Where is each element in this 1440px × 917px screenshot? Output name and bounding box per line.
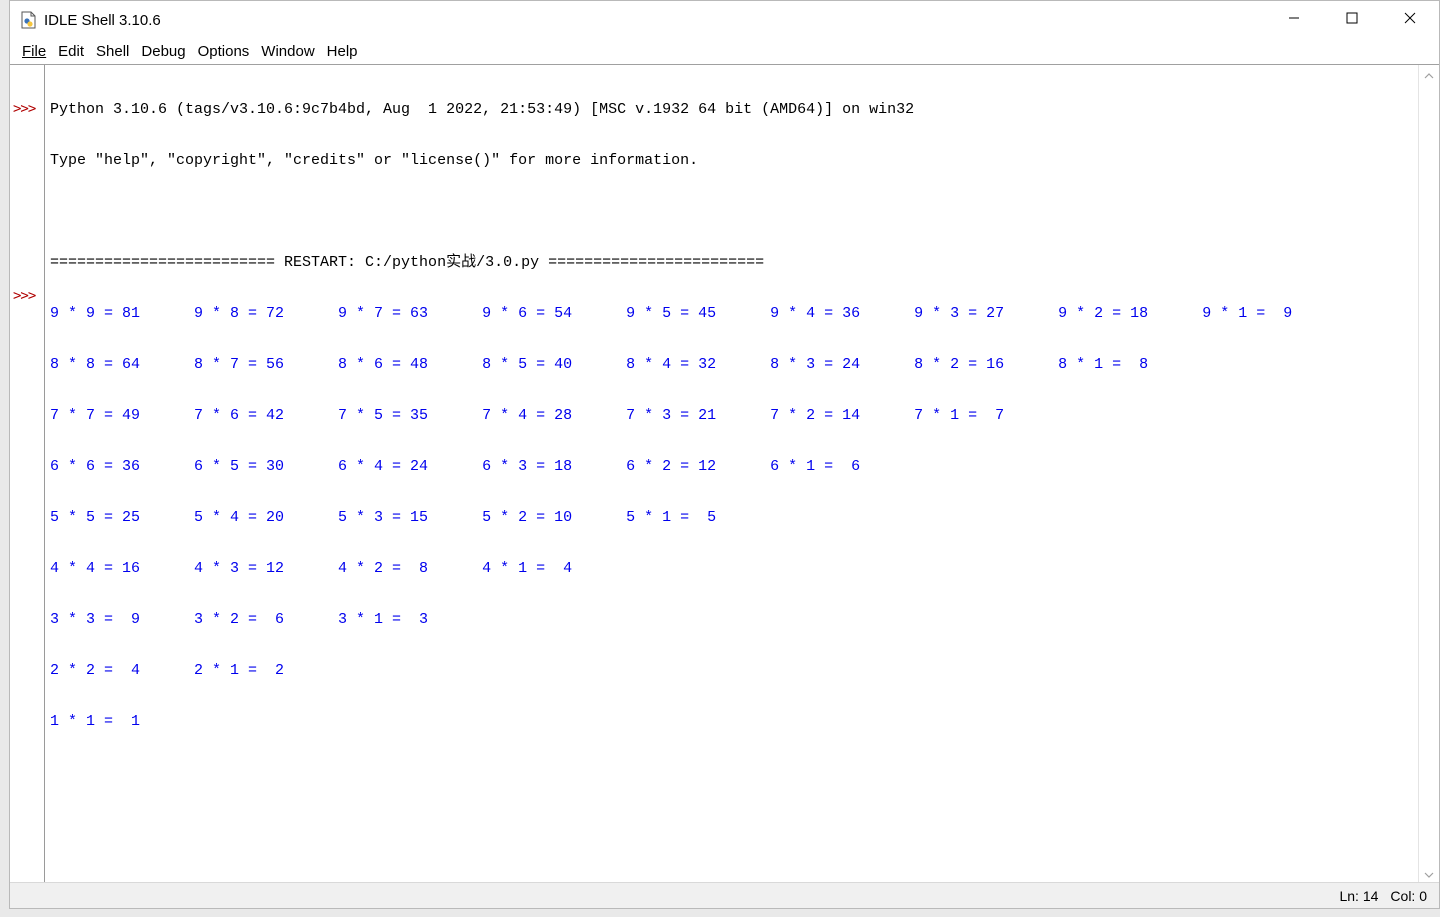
- close-icon: [1404, 11, 1416, 29]
- maximize-icon: [1346, 11, 1358, 29]
- python-idle-icon: [20, 11, 36, 29]
- minimize-icon: [1288, 11, 1300, 29]
- minimize-button[interactable]: [1265, 1, 1323, 39]
- vertical-scrollbar[interactable]: [1418, 65, 1439, 884]
- menu-shell[interactable]: Shell: [90, 43, 135, 60]
- window-controls: [1265, 1, 1439, 39]
- banner-line: Type "help", "copyright", "credits" or "…: [50, 152, 699, 169]
- status-column-number: Col: 0: [1390, 887, 1427, 904]
- menu-help[interactable]: Help: [321, 43, 364, 60]
- prompt-gutter: >>> >>>: [10, 65, 45, 884]
- maximize-button[interactable]: [1323, 1, 1381, 39]
- menu-window[interactable]: Window: [255, 43, 320, 60]
- output-line: 5 * 5 = 25 5 * 4 = 20 5 * 3 = 15 5 * 2 =…: [50, 509, 717, 526]
- output-line: 8 * 8 = 64 8 * 7 = 56 8 * 6 = 48 8 * 5 =…: [50, 356, 1149, 373]
- output-line: 6 * 6 = 36 6 * 5 = 30 6 * 4 = 24 6 * 3 =…: [50, 458, 861, 475]
- output-line: 1 * 1 = 1: [50, 713, 141, 730]
- output-line: 3 * 3 = 9 3 * 2 = 6 3 * 1 = 3: [50, 611, 429, 628]
- shell-editor-area: >>> >>> Python 3.10.6 (tags/v3.10.6:9c7b…: [10, 64, 1439, 884]
- scroll-up-icon[interactable]: [1423, 69, 1435, 81]
- menu-debug[interactable]: Debug: [135, 43, 191, 60]
- output-line: 7 * 7 = 49 7 * 6 = 42 7 * 5 = 35 7 * 4 =…: [50, 407, 1005, 424]
- scroll-down-icon[interactable]: [1423, 868, 1435, 880]
- output-line: 9 * 9 = 81 9 * 8 = 72 9 * 7 = 63 9 * 6 =…: [50, 305, 1293, 322]
- output-line: 2 * 2 = 4 2 * 1 = 2: [50, 662, 285, 679]
- menu-bar: File Edit Shell Debug Options Window Hel…: [10, 39, 1439, 64]
- shell-text[interactable]: Python 3.10.6 (tags/v3.10.6:9c7b4bd, Aug…: [50, 67, 1417, 884]
- menu-options[interactable]: Options: [192, 43, 256, 60]
- close-button[interactable]: [1381, 1, 1439, 39]
- status-line-number: Ln: 14: [1339, 887, 1379, 904]
- status-bar: Ln: 14 Col: 0: [10, 882, 1439, 908]
- banner-line: Python 3.10.6 (tags/v3.10.6:9c7b4bd, Aug…: [50, 101, 915, 118]
- title-bar[interactable]: IDLE Shell 3.10.6: [10, 1, 1439, 39]
- menu-file[interactable]: File: [16, 43, 52, 60]
- shell-prompt: >>>: [13, 101, 36, 117]
- idle-shell-window: IDLE Shell 3.10.6 File Edit Shell Debug …: [9, 0, 1440, 909]
- output-line: 4 * 4 = 16 4 * 3 = 12 4 * 2 = 8 4 * 1 = …: [50, 560, 573, 577]
- shell-prompt: >>>: [13, 288, 36, 304]
- menu-edit[interactable]: Edit: [52, 43, 90, 60]
- window-title: IDLE Shell 3.10.6: [44, 11, 161, 29]
- restart-line: ========================= RESTART: C:/py…: [50, 254, 765, 271]
